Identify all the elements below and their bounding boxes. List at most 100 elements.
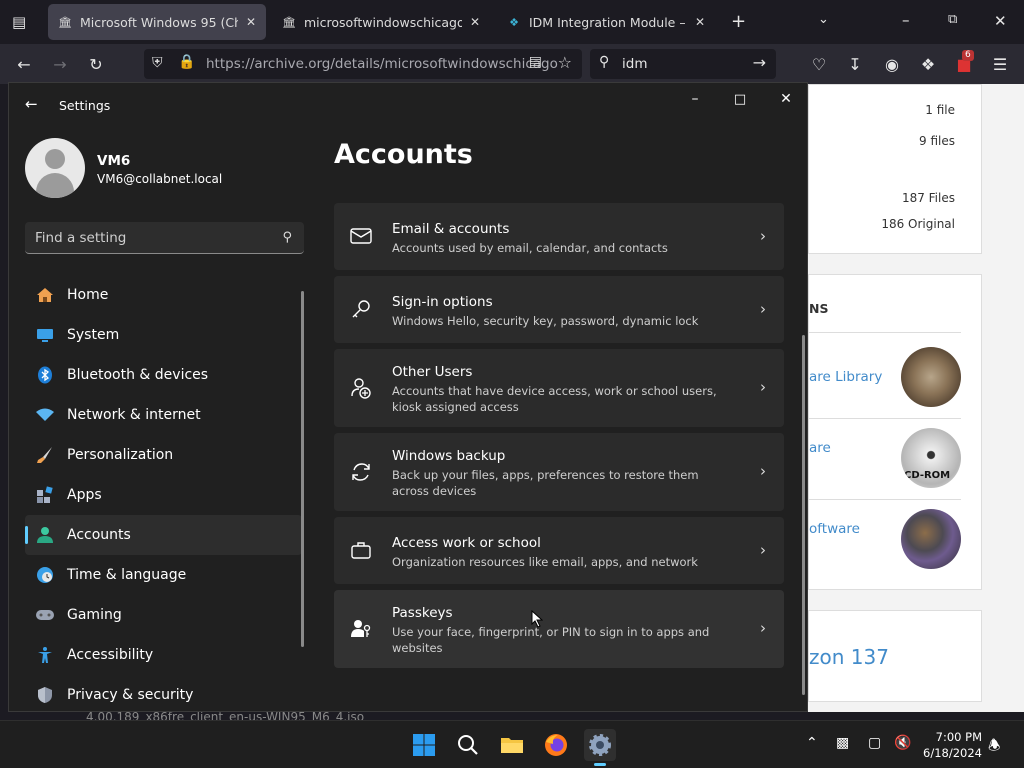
lock-icon: 🔒 (178, 54, 196, 70)
pocket-icon[interactable]: ♡ (809, 54, 829, 74)
search-icon: ⚲ (282, 230, 292, 245)
shield-icon[interactable]: ⛨ (152, 55, 163, 71)
url-text: https://archive.org/details/microsoftwin… (206, 56, 558, 72)
nav-item-personalization[interactable]: Personalization (25, 435, 302, 475)
restore-icon[interactable]: ⧉ (948, 12, 957, 27)
section-heading: NS (809, 301, 829, 316)
card-title: Windows backup (392, 448, 506, 464)
close-icon[interactable]: ✕ (470, 15, 480, 29)
chevron-right-icon: › (760, 462, 766, 480)
display-icon[interactable]: ▢ (868, 735, 881, 751)
close-icon[interactable]: ✕ (246, 15, 256, 29)
nav-item-bluetooth[interactable]: Bluetooth & devices (25, 355, 302, 395)
cdrom-thumbnail[interactable]: CD-ROM (901, 428, 961, 488)
card-access-work-school[interactable]: Access work or school Organization resou… (334, 517, 784, 584)
system-icon (35, 325, 55, 345)
card-other-users[interactable]: Other Users Accounts that have device ac… (334, 349, 784, 427)
search-bar[interactable]: ⚲ idm → (590, 49, 776, 79)
chevron-up-icon[interactable]: ⌃ (806, 735, 818, 751)
settings-app-button[interactable] (584, 729, 616, 761)
reader-view-icon[interactable]: ▤ (529, 54, 542, 70)
archive-page: 1 file 9 files 187 Files 186 Original NS… (808, 84, 1024, 712)
idm-icon: ❖ (509, 15, 519, 29)
network-disconnected-icon[interactable]: ▩ (836, 735, 849, 751)
nav-scrollbar[interactable] (301, 291, 304, 647)
close-icon[interactable]: ✕ (695, 15, 705, 29)
tab-windows95[interactable]: 🏛 Microsoft Windows 95 (Chicago ✕ (48, 4, 266, 40)
back-arrow-icon[interactable]: ← (14, 54, 34, 74)
go-arrow-icon[interactable]: → (753, 53, 766, 72)
firefox-button[interactable] (540, 729, 572, 761)
accessibility-icon (35, 645, 55, 665)
start-button[interactable] (408, 729, 440, 761)
tab-idm[interactable]: ❖ IDM Integration Module – Get t ✕ (497, 4, 715, 40)
page-title: Accounts (334, 139, 473, 170)
archive-icon: 🏛 (282, 15, 296, 29)
nav-item-time-language[interactable]: Time & language (25, 555, 302, 595)
card-passkeys[interactable]: Passkeys Use your face, fingerprint, or … (334, 590, 784, 668)
clock[interactable]: 7:00 PM 6/18/2024 (923, 729, 982, 761)
search-input[interactable]: Find a setting ⚲ (25, 222, 304, 254)
bookmark-star-icon[interactable]: ☆ (558, 53, 572, 72)
url-bar[interactable]: ⛨ 🔒 https://archive.org/details/microsof… (144, 49, 582, 79)
chevron-right-icon: › (760, 378, 766, 396)
nav-item-privacy[interactable]: Privacy & security (25, 675, 302, 711)
nav-item-accounts[interactable]: Accounts (25, 515, 302, 555)
reload-icon[interactable]: ↻ (86, 54, 106, 74)
card-email-accounts[interactable]: Email & accounts Accounts used by email,… (334, 203, 784, 270)
search-icon: ⚲ (599, 54, 610, 70)
search-value: idm (622, 56, 648, 72)
collections-box: NS are Library are CD-ROM oftware (808, 274, 982, 590)
nav-item-network[interactable]: Network & internet (25, 395, 302, 435)
avatar[interactable] (25, 138, 85, 198)
tab-list-icon[interactable]: ▤ (12, 13, 26, 31)
user-email: VM6@collabnet.local (97, 172, 223, 186)
forward-arrow-icon[interactable]: → (50, 54, 70, 74)
tab-chicagobuild[interactable]: 🏛 microsoftwindowschicagobuild ✕ (272, 4, 490, 40)
globe-clock-icon (35, 565, 55, 585)
speaker-muted-icon[interactable]: 🔇 (894, 735, 911, 751)
back-arrow-icon[interactable]: ← (25, 95, 38, 113)
maximize-icon[interactable]: □ (730, 89, 750, 109)
nav-item-accessibility[interactable]: Accessibility (25, 635, 302, 675)
nav-item-system[interactable]: System (25, 315, 302, 355)
card-title: Other Users (392, 364, 473, 380)
tab-title: IDM Integration Module – Get t (529, 14, 687, 30)
close-icon[interactable]: ✕ (776, 89, 796, 109)
download-icon[interactable]: ↧ (845, 54, 865, 74)
collection-link[interactable]: are (809, 440, 831, 456)
folder-icon (501, 738, 523, 753)
browser-nav-bar: ← → ↻ ⛨ 🔒 https://archive.org/details/mi… (0, 44, 1024, 84)
search-button[interactable] (452, 729, 484, 761)
card-description: Organization resources like email, apps,… (392, 555, 698, 569)
close-window-icon[interactable]: ✕ (994, 12, 1007, 30)
new-tab-icon[interactable]: + (731, 11, 746, 32)
card-title: Passkeys (392, 605, 453, 621)
extensions-icon[interactable]: ❖ (918, 54, 938, 74)
apps-icon (35, 485, 55, 505)
card-windows-backup[interactable]: Windows backup Back up your files, apps,… (334, 433, 784, 511)
minimize-icon[interactable]: – (902, 11, 910, 29)
chevron-down-icon[interactable]: ⌄ (818, 12, 829, 27)
archive-icon: 🏛 (58, 15, 72, 29)
minimize-icon[interactable]: – (685, 89, 705, 109)
card-description: Use your face, fingerprint, or PIN to si… (392, 625, 710, 655)
file-explorer-button[interactable] (496, 729, 528, 761)
nav-label: Home (67, 287, 109, 303)
card-sign-in-options[interactable]: Sign-in options Windows Hello, security … (334, 276, 784, 343)
search-icon (458, 735, 478, 755)
software-thumbnail[interactable] (901, 509, 961, 569)
library-thumbnail[interactable] (901, 347, 961, 407)
nav-item-home[interactable]: Home (25, 275, 302, 315)
collection-link[interactable]: oftware (809, 521, 860, 537)
notification-bell-icon[interactable]: 🕭 (988, 735, 1001, 759)
menu-icon[interactable]: ☰ (990, 54, 1010, 74)
big-link[interactable]: zon 137 (809, 645, 889, 669)
collection-link[interactable]: are Library (809, 369, 882, 385)
card-description: Accounts that have device access, work o… (392, 384, 717, 414)
content-scrollbar[interactable] (802, 335, 805, 695)
nav-item-apps[interactable]: Apps (25, 475, 302, 515)
account-icon[interactable]: ◉ (882, 54, 902, 74)
nav-item-gaming[interactable]: Gaming (25, 595, 302, 635)
nav-label: Apps (67, 487, 102, 503)
